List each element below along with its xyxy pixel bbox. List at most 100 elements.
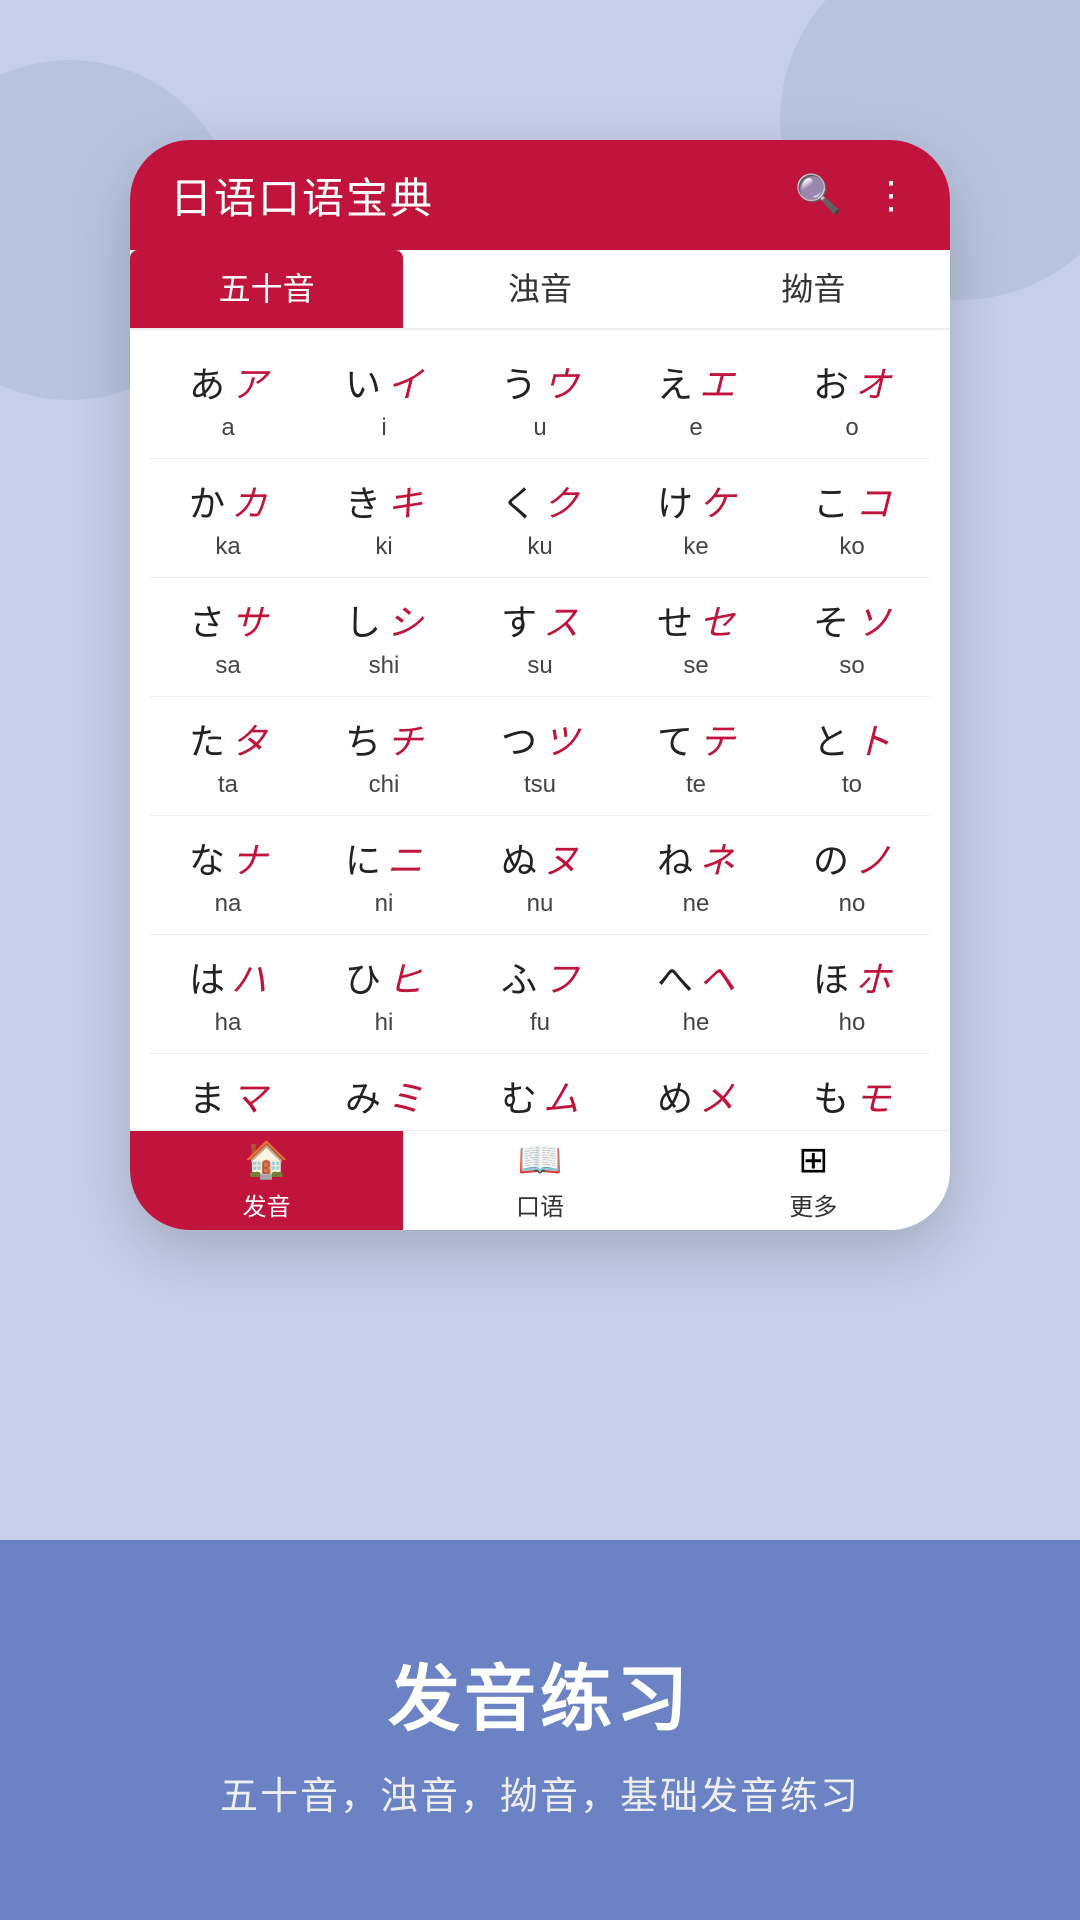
romaji-text: o (845, 414, 858, 442)
more-options-icon[interactable]: ⋮ (872, 173, 910, 218)
hiragana-char: た (189, 713, 225, 765)
romaji-text: ka (215, 533, 240, 561)
hiragana-char: お (813, 356, 849, 408)
kana-cell[interactable]: おオo (782, 356, 922, 442)
romaji-text: i (381, 414, 386, 442)
tab-dakuon[interactable]: 浊音 (403, 250, 676, 328)
romaji-text: tsu (524, 771, 556, 799)
kana-row: かカkaきキkiくクkuけケke こコ ko (150, 459, 930, 578)
hiragana-char: さ (189, 594, 225, 646)
romaji-text: ho (839, 1009, 866, 1037)
katakana-char: セ (699, 594, 735, 646)
kana-cell[interactable]: こコ ko (782, 475, 922, 561)
katakana-char: オ (855, 356, 891, 408)
hiragana-char: き (345, 475, 381, 527)
kana-cell[interactable]: すスsu (470, 594, 610, 680)
hiragana-char: み (345, 1070, 381, 1122)
app-title: 日语口语宝典 (170, 165, 434, 226)
kana-cell[interactable]: てテte (626, 713, 766, 799)
hiragana-char: ま (189, 1070, 225, 1122)
nav-item-oral[interactable]: 📖 口语 (403, 1131, 676, 1230)
katakana-char: ナ (231, 832, 267, 884)
kana-cell[interactable]: へヘhe (626, 951, 766, 1037)
kana-cell[interactable]: けケke (626, 475, 766, 561)
romaji-text: u (533, 414, 546, 442)
kana-cell[interactable]: ひヒhi (314, 951, 454, 1037)
romaji-text: ke (683, 533, 708, 561)
kana-cell[interactable]: なナna (158, 832, 298, 918)
kana-cell[interactable]: のノno (782, 832, 922, 918)
kana-cell[interactable]: にニni (314, 832, 454, 918)
kana-cell[interactable]: うウu (470, 356, 610, 442)
kana-cell[interactable]: かカka (158, 475, 298, 561)
nav-label-oral: 口语 (516, 1187, 564, 1222)
hiragana-char: て (657, 713, 693, 765)
hiragana-char: ぬ (501, 832, 537, 884)
kana-cell[interactable]: あアa (158, 356, 298, 442)
hiragana-char: け (657, 475, 693, 527)
hiragana-char: し (345, 594, 381, 646)
kana-cell[interactable]: えエe (626, 356, 766, 442)
katakana-char: ト (855, 713, 891, 765)
romaji-text: so (839, 652, 864, 680)
kana-table: あアaいイiうウuえエeおオoかカkaきキkiくクkuけケkeこコkoさサsaし… (130, 330, 950, 1150)
romaji-text: ni (375, 890, 394, 918)
hiragana-char: も (813, 1070, 849, 1122)
nav-label-more: 更多 (789, 1187, 837, 1222)
katakana-char: ツ (543, 713, 579, 765)
kana-cell[interactable]: ちチchi (314, 713, 454, 799)
romaji-text: he (683, 1009, 710, 1037)
katakana-char: ヒ (387, 951, 423, 1003)
promo-section: 发音练习 五十音，浊音，拗音，基础发音练习 (0, 1540, 1080, 1920)
romaji-text: sa (215, 652, 240, 680)
hiragana-char: く (501, 475, 537, 527)
romaji-text: ko (839, 533, 864, 561)
kana-cell[interactable]: そソso (782, 594, 922, 680)
hiragana-char: せ (657, 594, 693, 646)
katakana-char: コ (855, 475, 891, 527)
hiragana-char: う (501, 356, 537, 408)
romaji-text: ne (683, 890, 710, 918)
app-header: 日语口语宝典 🔍 ⋮ (130, 140, 950, 250)
kana-cell[interactable]: ぬヌnu (470, 832, 610, 918)
hiragana-char: と (813, 713, 849, 765)
search-icon[interactable]: 🔍 (795, 173, 842, 217)
hiragana-char: え (657, 356, 693, 408)
nav-label-pronunciation: 发音 (243, 1187, 291, 1222)
tab-youon[interactable]: 拗音 (677, 250, 950, 328)
hiragana-char: こ (813, 475, 849, 527)
nav-item-more[interactable]: ⊞ 更多 (677, 1131, 950, 1230)
katakana-char: フ (543, 951, 579, 1003)
kana-cell[interactable]: はハha (158, 951, 298, 1037)
katakana-char: ソ (855, 594, 891, 646)
romaji-text: su (527, 652, 552, 680)
hiragana-char: の (813, 832, 849, 884)
romaji-text: nu (527, 890, 554, 918)
kana-cell[interactable]: とトto (782, 713, 922, 799)
kana-cell[interactable]: さサ sa (158, 594, 298, 680)
kana-cell[interactable]: せセ se (626, 594, 766, 680)
kana-cell[interactable]: いイi (314, 356, 454, 442)
tab-gojuuon[interactable]: 五十音 (130, 250, 403, 328)
hiragana-char: め (657, 1070, 693, 1122)
phone-frame: 日语口语宝典 🔍 ⋮ 五十音 浊音 拗音 あアaいイiうウuえエeおオoかカka… (130, 140, 950, 1230)
romaji-text: te (686, 771, 706, 799)
nav-item-pronunciation[interactable]: 🏠 发音 (130, 1131, 403, 1230)
katakana-char: ミ (387, 1070, 423, 1122)
kana-cell[interactable]: たタta (158, 713, 298, 799)
katakana-char: チ (387, 713, 423, 765)
kana-cell[interactable]: ねネne (626, 832, 766, 918)
kana-cell[interactable]: ふフfu (470, 951, 610, 1037)
romaji-text: na (215, 890, 242, 918)
hiragana-char: は (189, 951, 225, 1003)
kana-cell[interactable]: ほホho (782, 951, 922, 1037)
kana-cell[interactable]: しシshi (314, 594, 454, 680)
kana-cell[interactable]: きキki (314, 475, 454, 561)
romaji-text: se (683, 652, 708, 680)
katakana-char: サ (231, 594, 267, 646)
kana-cell[interactable]: くクku (470, 475, 610, 561)
romaji-text: ha (215, 1009, 242, 1037)
kana-cell[interactable]: つツtsu (470, 713, 610, 799)
romaji-text: a (221, 414, 234, 442)
hiragana-char: ひ (345, 951, 381, 1003)
